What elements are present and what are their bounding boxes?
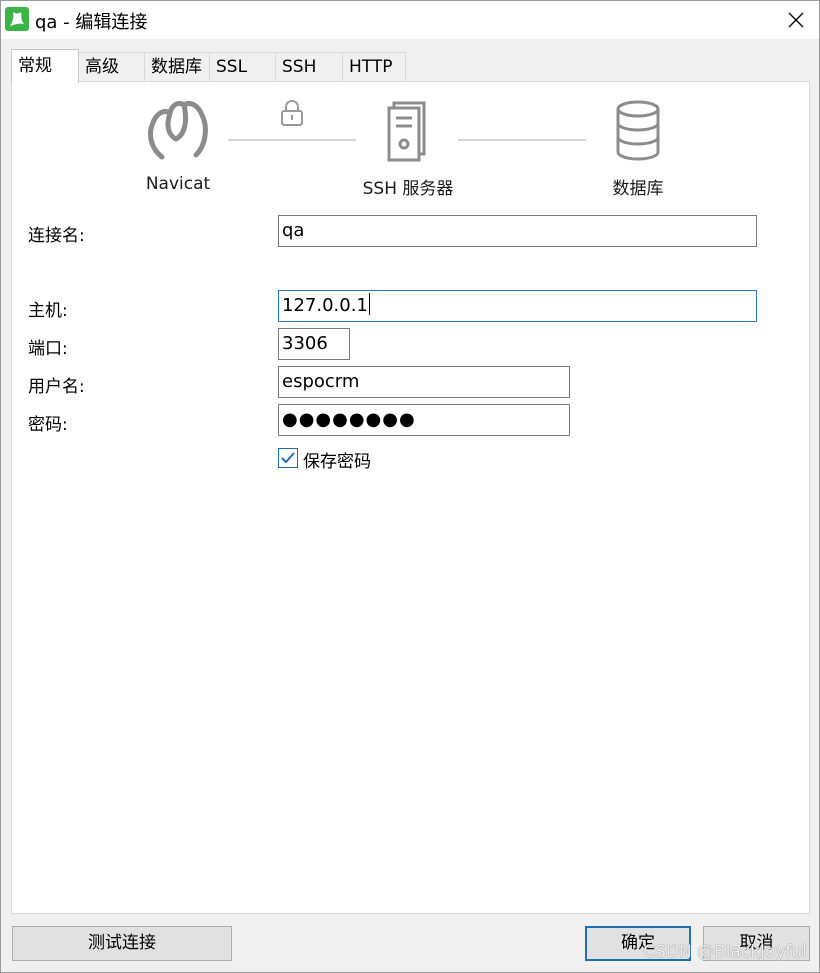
window-title: qa - 编辑连接 [35, 12, 148, 33]
text-caret [368, 293, 370, 315]
navicat-app-icon [5, 7, 29, 31]
connection-line-right [458, 139, 586, 141]
tab-http[interactable]: HTTP [342, 52, 406, 82]
database-icon [614, 100, 662, 167]
connection-line-left [228, 139, 356, 141]
navicat-label: Navicat [145, 174, 211, 194]
tab-database[interactable]: 数据库 [144, 52, 210, 82]
username-input[interactable]: espocrm [278, 366, 570, 398]
server-icon [386, 100, 428, 167]
lock-icon [280, 99, 304, 132]
tab-ssh[interactable]: SSH [275, 52, 343, 82]
connection-name-label: 连接名: [28, 226, 85, 246]
general-tab-panel: Navicat SSH 服务器 数据库 连接名: qa 主机: 127.0.0.… [11, 81, 810, 914]
close-button[interactable] [773, 1, 819, 39]
test-connection-button[interactable]: 测试连接 [12, 926, 232, 961]
username-label: 用户名: [28, 377, 85, 397]
tab-advanced[interactable]: 高级 [78, 52, 145, 82]
password-input[interactable]: ●●●●●●●● [278, 404, 570, 436]
title-bar: qa - 编辑连接 [1, 1, 819, 39]
host-value: 127.0.0.1 [282, 295, 368, 316]
tab-ssl[interactable]: SSL [209, 52, 276, 82]
watermark: CSDN @BlackJoyful [643, 942, 807, 962]
tab-general[interactable]: 常规 [11, 49, 79, 83]
checkmark-icon [281, 452, 295, 464]
host-label: 主机: [28, 301, 68, 321]
navicat-icon [146, 99, 210, 166]
ssh-server-label: SSH 服务器 [362, 179, 454, 199]
port-input[interactable]: 3306 [278, 328, 350, 360]
password-label: 密码: [28, 415, 68, 435]
save-password-label[interactable]: 保存密码 [303, 447, 371, 472]
save-password-checkbox[interactable] [278, 448, 298, 468]
close-icon [788, 12, 804, 28]
dialog-window: qa - 编辑连接 常规 高级 数据库 SSL SSH HTTP Navicat… [0, 0, 820, 973]
database-label: 数据库 [612, 179, 664, 199]
port-label: 端口: [28, 339, 68, 359]
connection-name-input[interactable]: qa [278, 215, 757, 247]
host-input[interactable]: 127.0.0.1 [278, 290, 757, 322]
